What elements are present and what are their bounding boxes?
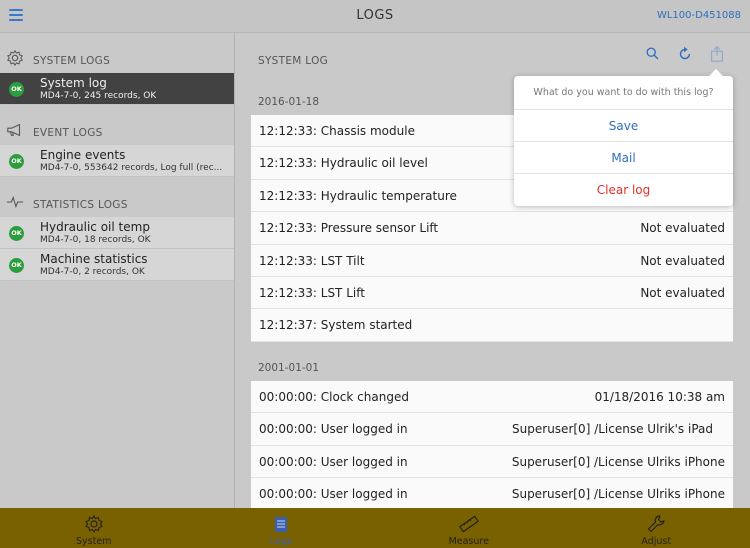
top-bar: LOGS WL100-D451088 xyxy=(0,0,750,33)
log-name: Machine statistics xyxy=(40,252,148,266)
entry-value: Not evaluated xyxy=(640,253,725,268)
refresh-icon[interactable] xyxy=(676,45,694,63)
save-button[interactable]: Save xyxy=(514,110,733,142)
entry-text: 12:12:33: Hydraulic oil level xyxy=(259,156,428,171)
group-label: EVENT LOGS xyxy=(33,127,103,139)
entry-text: 12:12:33: Chassis module xyxy=(259,124,415,138)
entry-value: Superuser[0] /License Ulriks iPhone xyxy=(511,487,725,502)
log-entry[interactable]: 12:12:37: System started xyxy=(251,309,733,342)
date-header: 2001-01-01 xyxy=(258,362,320,374)
tab-label: Adjust xyxy=(641,536,672,547)
entry-text: 12:12:33: LST Tilt xyxy=(259,253,365,268)
status-badge: OK xyxy=(9,82,24,97)
group-statistics-logs: STATISTICS LOGS xyxy=(0,177,234,217)
log-entry[interactable]: 12:12:33: LST Tilt Not evaluated xyxy=(251,245,733,277)
log-entry[interactable]: 00:00:00: User logged in Superuser[0] /Li… xyxy=(251,478,733,508)
log-meta: MD4-7-0, 245 records, OK xyxy=(40,91,157,101)
status-badge: OK xyxy=(9,154,24,169)
notepad-icon xyxy=(275,517,288,532)
tab-label: System xyxy=(76,536,112,547)
popover-question: What do you want to do with this log? xyxy=(514,76,733,110)
tab-bar: System Logs Measure Adjust xyxy=(0,508,750,548)
entry-text: 00:00:00: User logged in xyxy=(259,487,408,502)
entry-text: 12:12:33: LST Lift xyxy=(259,285,365,300)
tab-logs[interactable]: Logs xyxy=(188,508,376,548)
log-item-hydraulic-oil-temp[interactable]: OK Hydraulic oil temp MD4-7-0, 18 record… xyxy=(0,217,234,249)
log-item-system-log[interactable]: OK System log MD4-7-0, 245 records, OK xyxy=(0,73,234,105)
entry-value: Not evaluated xyxy=(640,221,725,236)
log-meta: MD4-7-0, 2 records, OK xyxy=(40,267,145,277)
entry-text: 12:12:33: Hydraulic temperature xyxy=(259,188,457,203)
tab-system[interactable]: System xyxy=(0,508,188,548)
group-label: SYSTEM LOGS xyxy=(33,55,111,67)
entry-text: 00:00:00: User logged in xyxy=(259,422,408,437)
entry-value: Not evaluated xyxy=(640,285,725,300)
log-name: Hydraulic oil temp xyxy=(40,220,150,234)
entry-value: 01/18/2016 10:38 am xyxy=(594,390,725,404)
entry-value: Superuser[0] /License Ulrik's iPad xyxy=(512,422,713,437)
log-entry[interactable]: 00:00:00: User logged in Superuser[0] /Li… xyxy=(251,413,733,446)
pulse-icon xyxy=(6,195,24,209)
log-title: SYSTEM LOG xyxy=(258,55,329,67)
tab-label: Logs xyxy=(270,536,293,547)
group-label: STATISTICS LOGS xyxy=(33,199,128,211)
log-name: Engine events xyxy=(40,148,126,162)
log-entry[interactable]: 00:00:00: Clock changed 01/18/2016 10:38 … xyxy=(251,381,733,414)
log-entry[interactable]: 12:12:33: LST Lift Not evaluated xyxy=(251,277,733,310)
tab-measure[interactable]: Measure xyxy=(375,508,563,548)
log-entries-group: 00:00:00: Clock changed 01/18/2016 10:38 … xyxy=(251,381,733,508)
log-entry[interactable]: 12:12:33: Pressure sensor Lift Not evalua… xyxy=(251,212,733,245)
gear-icon xyxy=(84,514,103,534)
tab-label: Measure xyxy=(448,536,489,547)
clear-log-button[interactable]: Clear log xyxy=(514,174,733,206)
log-name: System log xyxy=(40,76,107,90)
log-actions-popover: What do you want to do with this log? Sa… xyxy=(514,69,733,206)
page-title: LOGS xyxy=(356,8,394,23)
wrench-icon xyxy=(648,515,665,533)
share-icon[interactable] xyxy=(708,45,726,63)
log-meta: MD4-7-0, 553642 records, Log full (rec..… xyxy=(40,163,223,173)
log-item-engine-events[interactable]: OK Engine events MD4-7-0, 553642 records… xyxy=(0,145,234,177)
group-event-logs: EVENT LOGS xyxy=(0,105,234,145)
log-item-machine-statistics[interactable]: OK Machine statistics MD4-7-0, 2 records… xyxy=(0,249,234,281)
megaphone-icon xyxy=(7,124,21,136)
log-entry[interactable]: 00:00:00: User logged in Superuser[0] /Li… xyxy=(251,446,733,479)
ruler-icon xyxy=(458,515,479,533)
mail-button[interactable]: Mail xyxy=(514,142,733,174)
entry-value: Superuser[0] /License Ulriks iPhone xyxy=(511,454,725,469)
search-icon[interactable] xyxy=(644,45,662,63)
status-badge: OK xyxy=(9,226,24,241)
log-meta: MD4-7-0, 18 records, OK xyxy=(40,235,151,245)
entry-text: 00:00:00: Clock changed xyxy=(259,390,409,404)
entry-text: 00:00:00: User logged in xyxy=(259,454,408,469)
group-system-logs: SYSTEM LOGS xyxy=(0,33,234,73)
device-id[interactable]: WL100-D451088 xyxy=(657,10,741,21)
entry-text: 12:12:33: Pressure sensor Lift xyxy=(259,221,439,236)
status-badge: OK xyxy=(9,258,24,273)
date-header: 2016-01-18 xyxy=(258,96,320,108)
entry-text: 12:12:37: System started xyxy=(259,318,413,333)
sidebar: SYSTEM LOGS OK System log MD4-7-0, 245 r… xyxy=(0,33,235,508)
tab-adjust[interactable]: Adjust xyxy=(563,508,750,548)
gear-icon xyxy=(7,49,23,67)
